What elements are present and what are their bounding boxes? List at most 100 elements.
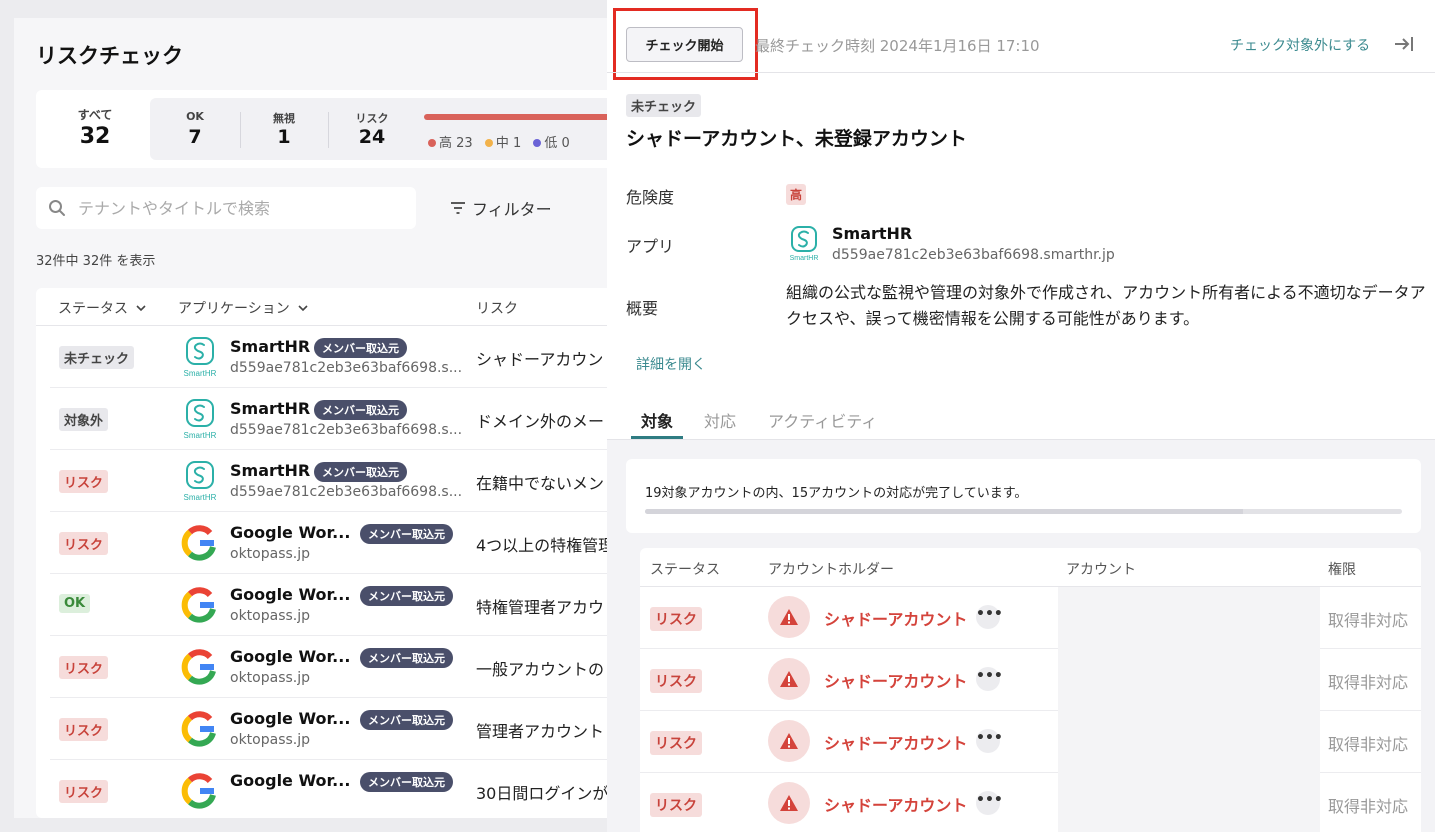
- more-options-button[interactable]: •••: [976, 667, 1003, 691]
- risk-high: 高 23: [428, 136, 473, 151]
- column-risk: リスク: [476, 298, 518, 318]
- tenant-domain: oktopass.jp: [230, 732, 311, 748]
- severity-badge: 高: [786, 184, 807, 205]
- summary-risk-label: リスク: [355, 112, 389, 125]
- app-name: SmartHR: [230, 337, 311, 356]
- risk-check-list-panel: リスクチェック すべて 32 OK 7 無視 1 リスク 24 高 23 中 1…: [14, 18, 614, 818]
- member-source-badge: メンバー取込元: [360, 648, 453, 668]
- table-row[interactable]: リスク シャドーアカウント ••• 取得非対応: [640, 649, 1421, 711]
- table-row[interactable]: リスク Google Wor... メンバー取込元 oktopass.jp 4つ…: [50, 512, 614, 574]
- table-row[interactable]: リスク Google Wor... メンバー取込元 oktopass.jp 管理…: [50, 698, 614, 760]
- svg-text:SmartHR: SmartHR: [184, 431, 217, 440]
- summary-ignore-value: 1: [277, 126, 291, 148]
- column-application[interactable]: アプリケーション: [178, 298, 308, 318]
- collapse-panel-icon[interactable]: [1393, 34, 1415, 54]
- google-logo-icon: [181, 649, 216, 685]
- status-badge: リスク: [59, 718, 109, 741]
- app-name: SmartHR: [230, 399, 311, 418]
- result-count: 32件中 32件 を表示: [36, 254, 156, 269]
- risk-table: ステータス アプリケーション リスク 未チェック SmartHR SmartHR…: [36, 288, 614, 818]
- permission-value: 取得非対応: [1328, 673, 1409, 692]
- risk-high-label: 高 23: [439, 136, 473, 151]
- google-logo-icon: [181, 587, 216, 623]
- account-holder-name: シャドーアカウント: [824, 610, 968, 629]
- warning-icon: [780, 733, 798, 749]
- highlight-frame: [613, 8, 758, 80]
- tenant-domain: d559ae781c2eb3e63baf6698.s...: [230, 422, 463, 438]
- permission-value: 取得非対応: [1328, 797, 1409, 816]
- risk-low: 低 0: [533, 136, 570, 151]
- tab-target[interactable]: 対象: [641, 408, 673, 432]
- table-row[interactable]: 対象外 SmartHR SmartHR メンバー取込元 d559ae781c2e…: [50, 388, 614, 450]
- account-table: ステータス アカウントホルダー アカウント 権限 リスク シャドーアカウント •…: [640, 548, 1421, 832]
- account-holder-name: シャドーアカウント: [824, 672, 968, 691]
- open-details-link[interactable]: 詳細を開く: [636, 354, 706, 374]
- tenant-domain: d559ae781c2eb3e63baf6698.s...: [230, 360, 463, 376]
- filter-icon: [451, 202, 465, 214]
- column-risk-label: リスク: [476, 301, 518, 317]
- tab-response[interactable]: 対応: [704, 408, 736, 432]
- warning-icon: [780, 795, 798, 811]
- google-logo-icon: [181, 773, 216, 809]
- tenant-domain: oktopass.jp: [230, 608, 311, 624]
- member-source-badge: メンバー取込元: [360, 586, 453, 606]
- warning-icon: [780, 609, 798, 625]
- google-logo-icon: [181, 525, 216, 561]
- table-row[interactable]: 未チェック SmartHR SmartHR メンバー取込元 d559ae781c…: [50, 326, 614, 388]
- svg-text:SmartHR: SmartHR: [184, 369, 217, 378]
- status-badge: リスク: [59, 780, 109, 803]
- member-source-badge: メンバー取込元: [360, 524, 453, 544]
- progress-text: 19対象アカウントの内、15アカウントの対応が完了しています。: [645, 486, 1028, 501]
- app-name: Google Wor...: [230, 585, 351, 604]
- table-header: ステータス アカウントホルダー アカウント 権限: [640, 548, 1421, 587]
- table-row[interactable]: リスク シャドーアカウント ••• 取得非対応: [640, 587, 1421, 649]
- status-badge: 未チェック: [626, 94, 702, 117]
- tenant-domain: d559ae781c2eb3e63baf6698.s...: [230, 484, 463, 500]
- column-permission: 権限: [1328, 562, 1356, 578]
- exclude-from-check-link[interactable]: チェック対象外にする: [1230, 35, 1370, 55]
- summary-ok[interactable]: OK 7: [150, 98, 240, 160]
- status-badge: 対象外: [59, 408, 109, 431]
- risk-levels: 高 23 中 1 低 0: [428, 132, 578, 151]
- overview-label: 概要: [626, 299, 659, 318]
- app-name: Google Wor...: [230, 709, 351, 728]
- table-row[interactable]: リスク Google Wor... メンバー取込元 30日間ログインが: [50, 760, 614, 818]
- table-row[interactable]: OK Google Wor... メンバー取込元 oktopass.jp 特権管…: [50, 574, 614, 636]
- risk-low-label: 低 0: [544, 136, 570, 151]
- summary-ok-value: 7: [188, 126, 202, 148]
- permission-value: 取得非対応: [1328, 735, 1409, 754]
- risk-title: 一般アカウントの: [476, 660, 605, 679]
- chevron-down-icon: [298, 305, 308, 312]
- table-row[interactable]: リスク SmartHR SmartHR メンバー取込元 d559ae781c2e…: [50, 450, 614, 512]
- progress-card: 19対象アカウントの内、15アカウントの対応が完了しています。: [626, 459, 1421, 533]
- app-name: Google Wor...: [230, 647, 351, 666]
- table-row[interactable]: リスク シャドーアカウント ••• 取得非対応: [640, 773, 1421, 832]
- member-source-badge: メンバー取込元: [360, 710, 453, 730]
- filter-button[interactable]: フィルター: [450, 194, 552, 222]
- app-label: アプリ: [626, 237, 675, 256]
- risk-detail-title: シャドーアカウント、未登録アカウント: [626, 128, 967, 150]
- app-name: SmartHR: [230, 461, 311, 480]
- table-row[interactable]: リスク シャドーアカウント ••• 取得非対応: [640, 711, 1421, 773]
- column-status-label: ステータス: [58, 301, 128, 317]
- risk-title: 特権管理者アカウ: [476, 598, 605, 617]
- risk-title: 管理者アカウント: [476, 722, 605, 741]
- status-badge: リスク: [59, 470, 109, 493]
- more-options-button[interactable]: •••: [976, 729, 1003, 753]
- more-options-button[interactable]: •••: [976, 791, 1003, 815]
- summary-ignore-label: 無視: [273, 112, 295, 125]
- high-dot-icon: [428, 139, 436, 147]
- summary-risk[interactable]: リスク 24: [328, 98, 416, 160]
- summary-ignore[interactable]: 無視 1: [240, 98, 328, 160]
- svg-text:SmartHR: SmartHR: [790, 255, 819, 262]
- more-options-button[interactable]: •••: [976, 605, 1003, 629]
- search-input[interactable]: [78, 187, 408, 229]
- tab-activity[interactable]: アクティビティ: [768, 408, 877, 432]
- account-cell: [1058, 773, 1320, 832]
- column-application-label: アプリケーション: [178, 301, 290, 317]
- filter-label: フィルター: [472, 200, 552, 219]
- column-status[interactable]: ステータス: [58, 298, 146, 318]
- summary-all[interactable]: すべて 32: [36, 90, 154, 168]
- table-row[interactable]: リスク Google Wor... メンバー取込元 oktopass.jp 一般…: [50, 636, 614, 698]
- member-source-badge: メンバー取込元: [314, 400, 407, 420]
